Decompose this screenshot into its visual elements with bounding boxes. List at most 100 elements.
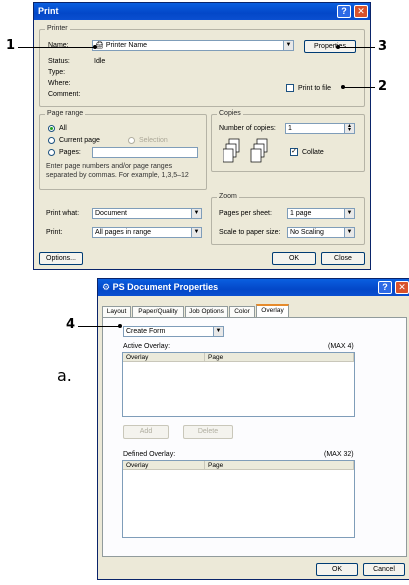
tab-color[interactable]: Color — [229, 306, 255, 317]
pages-per-sheet-label: Pages per sheet: — [219, 210, 272, 217]
print-dialog: Print ? ✕ Printer Name: 🖨 Printer Name ▼… — [33, 2, 371, 270]
col-overlay-header[interactable]: Overlay — [123, 461, 205, 470]
pages-per-sheet-value: 1 page — [290, 210, 312, 217]
callout-2: 2 — [378, 79, 388, 94]
copies-spinner[interactable]: 1 ▴ ▾ — [285, 123, 355, 134]
add-button-label: Add — [139, 428, 153, 435]
page-range-label: Page range — [45, 110, 86, 117]
spinner-icon[interactable]: ▴ ▾ — [344, 123, 354, 133]
pages-input[interactable] — [92, 147, 198, 158]
comment-label: Comment: — [48, 91, 81, 98]
collate-pages-icon — [222, 138, 273, 168]
callout-4: 4 — [66, 317, 76, 332]
status-value: Idle — [94, 58, 106, 65]
pages-per-sheet-select[interactable]: 1 page ▼ — [287, 208, 355, 219]
callout-3-line — [338, 47, 375, 48]
print-what-label: Print what: — [46, 210, 80, 217]
copies-label: Copies — [217, 110, 243, 117]
where-label: Where: — [48, 80, 71, 87]
range-pages-label: Pages: — [59, 149, 81, 156]
printer-name-value: Printer Name — [105, 42, 148, 49]
print-value: All pages in range — [95, 229, 152, 236]
callout-2-line — [343, 87, 375, 88]
ok-button[interactable]: OK — [272, 252, 316, 265]
collate-checkbox[interactable]: ✓ — [290, 148, 298, 156]
col-overlay-label: Overlay — [126, 354, 149, 361]
chevron-down-icon: ▼ — [283, 41, 293, 50]
defined-overlay-label: Defined Overlay: — [123, 451, 176, 458]
range-hint-line1: Enter page numbers and/or page ranges — [46, 163, 173, 170]
properties-dialog-title: PS Document Properties — [112, 282, 219, 292]
scale-select[interactable]: No Scaling ▼ — [287, 227, 355, 238]
scale-label: Scale to paper size: — [219, 229, 281, 236]
help-icon[interactable]: ? — [378, 281, 392, 294]
callout-4-line — [78, 326, 120, 327]
col-page-header[interactable]: Page — [205, 461, 354, 470]
copies-value: 1 — [288, 125, 292, 132]
overlay-select[interactable]: Create Form ▼ — [123, 326, 224, 337]
properties-dialog-titlebar: ⚙ PS Document Properties ? ✕ — [98, 279, 409, 296]
tab-job-options[interactable]: Job Options — [185, 306, 228, 317]
tab-job-options-label: Job Options — [189, 308, 224, 315]
status-label: Status: — [48, 58, 70, 65]
col-page-header[interactable]: Page — [205, 353, 354, 362]
tab-overlay[interactable]: Overlay — [256, 304, 289, 318]
range-all-label: All — [59, 125, 67, 132]
callout-1: 1 — [6, 38, 16, 53]
print-to-file-checkbox[interactable] — [286, 84, 294, 92]
tab-paper-quality[interactable]: Paper/Quality — [132, 306, 184, 317]
callout-4-dot — [118, 324, 122, 328]
col-overlay-label: Overlay — [126, 462, 149, 469]
print-select[interactable]: All pages in range ▼ — [92, 227, 202, 238]
zoom-label: Zoom — [217, 193, 239, 200]
active-overlay-label: Active Overlay: — [123, 343, 171, 350]
active-max-label: (MAX 4) — [328, 343, 354, 350]
tab-overlay-label: Overlay — [261, 307, 284, 314]
callout-1-line — [18, 47, 95, 48]
range-current-label: Current page — [59, 137, 100, 144]
active-overlay-list[interactable]: Overlay Page — [122, 352, 355, 417]
chevron-down-icon: ▼ — [344, 209, 354, 218]
print-dialog-titlebar: Print ? ✕ — [34, 3, 370, 20]
col-page-label: Page — [208, 354, 224, 361]
close-icon[interactable]: ✕ — [354, 5, 368, 18]
close-button-label: Close — [334, 255, 352, 262]
side-label: a. — [57, 366, 72, 385]
callout-3-dot — [336, 45, 340, 49]
add-button[interactable]: Add — [123, 425, 169, 439]
help-icon[interactable]: ? — [337, 5, 351, 18]
scale-value: No Scaling — [290, 229, 324, 236]
range-hint-line2: separated by commas. For example, 1,3,5–… — [46, 172, 189, 179]
props-ok-button[interactable]: OK — [316, 563, 358, 576]
close-icon[interactable]: ✕ — [395, 281, 409, 294]
print-dialog-title: Print — [38, 6, 59, 16]
range-all-radio[interactable] — [48, 125, 55, 132]
chevron-down-icon: ▼ — [213, 327, 223, 336]
options-button-label: Options... — [46, 255, 76, 262]
printer-group-label: Printer — [45, 25, 70, 32]
options-button[interactable]: Options... — [39, 252, 83, 265]
range-pages-radio[interactable] — [48, 149, 55, 156]
props-cancel-button-label: Cancel — [373, 566, 395, 573]
tab-layout-label: Layout — [106, 308, 127, 315]
callout-1-dot — [93, 45, 97, 49]
tab-color-label: Color — [234, 308, 250, 315]
tab-layout[interactable]: Layout — [102, 306, 131, 317]
defined-overlay-list[interactable]: Overlay Page — [122, 460, 355, 538]
print-what-select[interactable]: Document ▼ — [92, 208, 202, 219]
props-ok-button-label: OK — [331, 566, 343, 573]
range-current-radio[interactable] — [48, 137, 55, 144]
type-label: Type: — [48, 69, 66, 76]
range-selection-radio — [128, 137, 135, 144]
defined-max-label: (MAX 32) — [324, 451, 354, 458]
printer-name-select[interactable]: 🖨 Printer Name ▼ — [92, 40, 294, 51]
chevron-down-icon: ▼ — [344, 228, 354, 237]
properties-dialog: ⚙ PS Document Properties ? ✕ Layout Pape… — [97, 278, 409, 580]
collate-label: Collate — [302, 149, 324, 156]
delete-button[interactable]: Delete — [183, 425, 233, 439]
number-of-copies-label: Number of copies: — [219, 125, 276, 132]
overlay-select-value: Create Form — [126, 328, 166, 335]
props-cancel-button[interactable]: Cancel — [363, 563, 405, 576]
col-overlay-header[interactable]: Overlay — [123, 353, 205, 362]
close-button[interactable]: Close — [321, 252, 365, 265]
